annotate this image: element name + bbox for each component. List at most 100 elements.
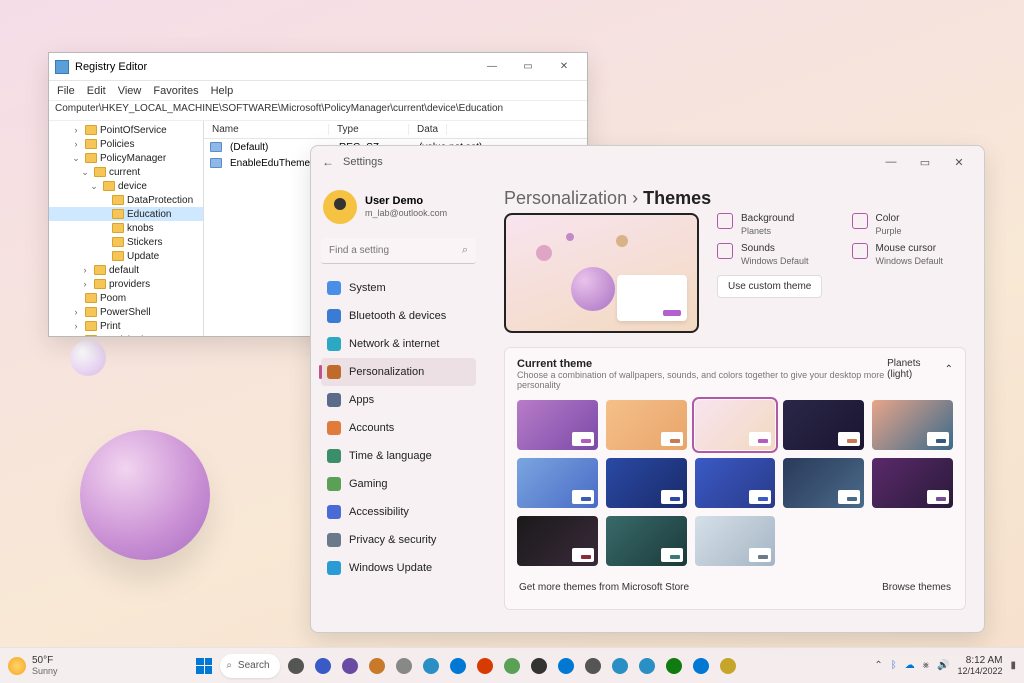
tray-chevron-icon[interactable]: ⌃ xyxy=(874,660,882,671)
start-button[interactable] xyxy=(192,654,216,678)
close-button[interactable]: ✕ xyxy=(942,156,976,169)
tree-node[interactable]: knobs xyxy=(49,221,203,235)
theme-thumbnail[interactable] xyxy=(872,458,953,508)
taskbar-app-icon[interactable] xyxy=(500,654,524,678)
tree-node[interactable]: ⌄device xyxy=(49,179,203,193)
tray-bluetooth-icon[interactable]: ᛒ xyxy=(891,660,897,671)
theme-option-color[interactable]: ColorPurple xyxy=(852,213,967,237)
taskbar-app-icon[interactable] xyxy=(527,654,551,678)
taskbar-app-icon[interactable] xyxy=(608,654,632,678)
chevron-up-icon: ⌃ xyxy=(945,364,953,375)
taskbar-app-icon[interactable] xyxy=(392,654,416,678)
nav-gaming[interactable]: Gaming xyxy=(321,470,476,498)
back-button[interactable]: ← xyxy=(319,155,337,169)
tree-node[interactable]: ›PowerShell xyxy=(49,305,203,319)
taskbar-app-icon[interactable] xyxy=(284,654,308,678)
nav-apps[interactable]: Apps xyxy=(321,386,476,414)
tree-node[interactable]: ›providers xyxy=(49,277,203,291)
tree-node[interactable]: Poom xyxy=(49,291,203,305)
menu-favorites[interactable]: Favorites xyxy=(153,85,198,97)
theme-option-background[interactable]: BackgroundPlanets xyxy=(717,213,832,237)
tree-node[interactable]: Education xyxy=(49,207,203,221)
taskbar-app-icon[interactable] xyxy=(581,654,605,678)
taskbar-app-icon[interactable] xyxy=(554,654,578,678)
theme-option-sounds[interactable]: SoundsWindows Default xyxy=(717,243,832,267)
nav-icon xyxy=(327,421,341,435)
tray-volume-icon[interactable]: 🔊 xyxy=(937,660,949,671)
theme-thumbnail[interactable] xyxy=(606,458,687,508)
menu-file[interactable]: File xyxy=(57,85,75,97)
theme-thumbnail[interactable] xyxy=(606,400,687,450)
tree-node[interactable]: ⌄current xyxy=(49,165,203,179)
tree-node[interactable]: ›Provisioning xyxy=(49,333,203,336)
tray-onedrive-icon[interactable]: ☁ xyxy=(905,660,915,671)
tree-node[interactable]: ›Policies xyxy=(49,137,203,151)
menu-view[interactable]: View xyxy=(118,85,142,97)
nav-time-language[interactable]: Time & language xyxy=(321,442,476,470)
current-theme-expand[interactable]: Planets (light) ⌃ xyxy=(887,358,953,380)
column-header[interactable]: Type xyxy=(329,124,409,135)
tree-node[interactable]: ⌄PolicyManager xyxy=(49,151,203,165)
theme-thumbnail[interactable] xyxy=(606,516,687,566)
user-block[interactable]: User Demo m_lab@outlook.com xyxy=(321,186,476,234)
minimize-button[interactable]: — xyxy=(874,156,908,168)
theme-thumbnail[interactable] xyxy=(517,458,598,508)
regedit-icon xyxy=(55,60,69,74)
taskbar-app-icon[interactable] xyxy=(635,654,659,678)
theme-thumbnail[interactable] xyxy=(872,400,953,450)
search-input[interactable] xyxy=(321,238,476,264)
regedit-address[interactable]: Computer\HKEY_LOCAL_MACHINE\SOFTWARE\Mic… xyxy=(49,101,587,121)
theme-thumbnail[interactable] xyxy=(517,400,598,450)
user-name: User Demo xyxy=(365,195,447,207)
theme-thumbnail[interactable] xyxy=(695,400,776,450)
taskbar-app-icon[interactable] xyxy=(689,654,713,678)
menu-help[interactable]: Help xyxy=(211,85,234,97)
nav-personalization[interactable]: Personalization xyxy=(321,358,476,386)
theme-thumbnail[interactable] xyxy=(783,458,864,508)
taskbar-app-icon[interactable] xyxy=(716,654,740,678)
breadcrumb-parent[interactable]: Personalization xyxy=(504,188,627,208)
theme-thumbnail[interactable] xyxy=(517,516,598,566)
regedit-tree[interactable]: ›PointOfService›Policies⌄PolicyManager⌄c… xyxy=(49,121,204,336)
tree-node[interactable]: Stickers xyxy=(49,235,203,249)
close-button[interactable]: ✕ xyxy=(547,56,581,78)
menu-edit[interactable]: Edit xyxy=(87,85,106,97)
nav-bluetooth-devices[interactable]: Bluetooth & devices xyxy=(321,302,476,330)
speaker-icon xyxy=(717,243,733,259)
tray-wifi-icon[interactable]: ⨳ xyxy=(923,660,929,671)
sun-icon xyxy=(8,657,26,675)
tree-node[interactable]: ›Print xyxy=(49,319,203,333)
tree-node[interactable]: Update xyxy=(49,249,203,263)
nav-system[interactable]: System xyxy=(321,274,476,302)
nav-windows-update[interactable]: Windows Update xyxy=(321,554,476,582)
maximize-button[interactable]: ▭ xyxy=(511,56,545,78)
taskbar-app-icon[interactable] xyxy=(446,654,470,678)
taskbar-app-icon[interactable] xyxy=(419,654,443,678)
taskbar-app-icon[interactable] xyxy=(365,654,389,678)
browse-themes-link[interactable]: Browse themes xyxy=(882,582,951,593)
tree-node[interactable]: ›PointOfService xyxy=(49,123,203,137)
nav-accounts[interactable]: Accounts xyxy=(321,414,476,442)
clock[interactable]: 8:12 AM 12/14/2022 xyxy=(957,656,1002,676)
notifications-icon[interactable]: ▮ xyxy=(1010,660,1016,671)
nav-accessibility[interactable]: Accessibility xyxy=(321,498,476,526)
taskbar-search[interactable]: ⌕ Search xyxy=(220,654,279,678)
nav-privacy-security[interactable]: Privacy & security xyxy=(321,526,476,554)
theme-option-mouse-cursor[interactable]: Mouse cursorWindows Default xyxy=(852,243,967,267)
tree-node[interactable]: ›default xyxy=(49,263,203,277)
taskbar-app-icon[interactable] xyxy=(473,654,497,678)
column-header[interactable]: Name xyxy=(204,124,329,135)
theme-thumbnail[interactable] xyxy=(695,516,776,566)
tree-node[interactable]: DataProtection xyxy=(49,193,203,207)
theme-thumbnail[interactable] xyxy=(695,458,776,508)
use-custom-theme-button[interactable]: Use custom theme xyxy=(717,275,822,298)
column-header[interactable]: Data xyxy=(409,124,447,135)
theme-thumbnail[interactable] xyxy=(783,400,864,450)
taskbar-app-icon[interactable] xyxy=(662,654,686,678)
taskbar-app-icon[interactable] xyxy=(311,654,335,678)
taskbar-app-icon[interactable] xyxy=(338,654,362,678)
maximize-button[interactable]: ▭ xyxy=(908,156,942,169)
minimize-button[interactable]: — xyxy=(475,56,509,78)
nav-network-internet[interactable]: Network & internet xyxy=(321,330,476,358)
weather-widget[interactable]: 50°F Sunny xyxy=(8,656,58,676)
